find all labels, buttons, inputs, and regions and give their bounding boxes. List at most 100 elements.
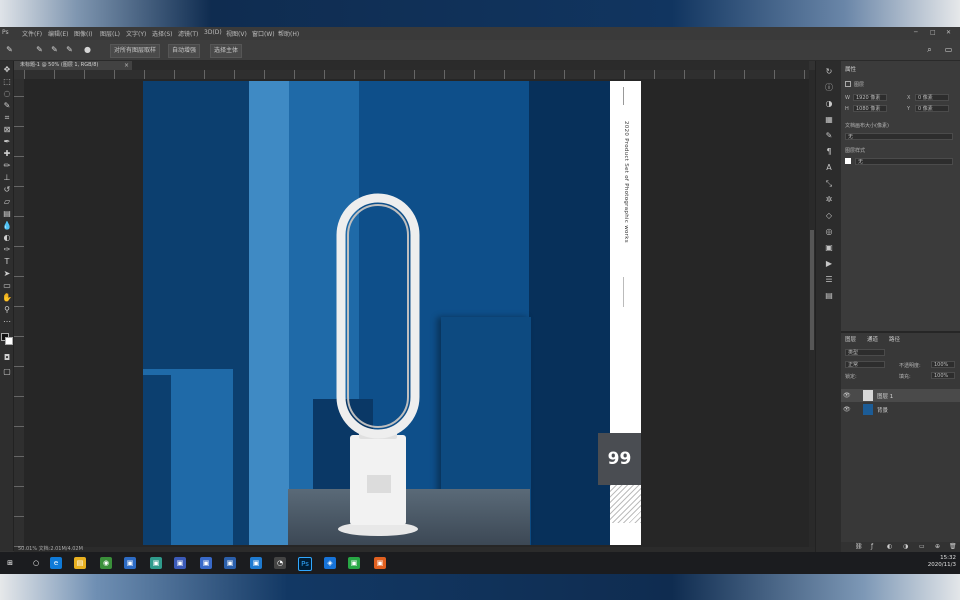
file-explorer-icon[interactable]: ▤: [74, 557, 86, 569]
maximize-icon[interactable]: □: [930, 29, 936, 36]
menu-image[interactable]: 图像(I): [74, 29, 92, 38]
tab-layers[interactable]: 图层: [845, 335, 856, 343]
fx-icon[interactable]: ƒ: [871, 543, 873, 550]
path-select-icon[interactable]: ➤: [2, 269, 12, 279]
new-selection-icon[interactable]: ✎: [35, 45, 44, 54]
canvas-size-select[interactable]: 无: [845, 133, 953, 140]
artboard-image[interactable]: 2020 Product Set of Photographic works 9…: [143, 81, 641, 545]
visibility-eye-icon[interactable]: 👁: [843, 406, 851, 413]
tab-paths[interactable]: 路径: [889, 335, 900, 343]
new-layer-icon[interactable]: ⊕: [935, 543, 940, 550]
hand-tool-icon[interactable]: ✋: [2, 293, 12, 303]
move-tool-icon[interactable]: ✥: [2, 65, 12, 75]
brush-settings-icon[interactable]: ✎: [824, 131, 834, 141]
tab-channels[interactable]: 通道: [867, 335, 878, 343]
system-clock[interactable]: 15:32 2020/11/3: [928, 555, 956, 569]
history-brush-icon[interactable]: ↺: [2, 185, 12, 195]
group-icon[interactable]: ▭: [919, 543, 925, 550]
stamp-tool-icon[interactable]: ⊥: [2, 173, 12, 183]
adjust-icon[interactable]: ◑: [824, 99, 834, 109]
canvas-area[interactable]: 2020 Product Set of Photographic works 9…: [24, 79, 809, 547]
menu-layer[interactable]: 图层(L): [100, 29, 120, 38]
menu-type[interactable]: 文字(Y): [126, 29, 146, 38]
zoom-tool-icon[interactable]: ⚲: [2, 305, 12, 315]
quick-mask-icon[interactable]: ◘: [2, 353, 12, 363]
opacity-field[interactable]: 100%: [931, 361, 955, 368]
pen-tool-icon[interactable]: ✑: [2, 245, 12, 255]
menu-select[interactable]: 选择(S): [152, 29, 173, 38]
transform-icon[interactable]: ⤡: [824, 179, 834, 189]
menu-help[interactable]: 帮助(H): [278, 29, 299, 38]
app-icon-1[interactable]: ▣: [124, 557, 136, 569]
menu-window[interactable]: 窗口(W): [252, 29, 275, 38]
actions-icon[interactable]: ▶: [824, 259, 834, 269]
ps-logo-icon[interactable]: Ps: [2, 29, 9, 36]
type-tool-icon[interactable]: T: [2, 257, 12, 267]
gradient-tool-icon[interactable]: ▤: [2, 209, 12, 219]
vertical-ruler[interactable]: [14, 79, 24, 547]
channels-icon[interactable]: ◎: [824, 227, 834, 237]
quick-select-tool-icon[interactable]: ✎: [5, 45, 14, 54]
photoshop-taskbar-icon[interactable]: Ps: [298, 557, 312, 571]
menu-edit[interactable]: 编辑(E): [48, 29, 68, 38]
paragraph-icon[interactable]: ¶: [824, 147, 834, 157]
app-icon-8[interactable]: ◈: [324, 557, 336, 569]
lasso-tool-icon[interactable]: ◌: [2, 89, 12, 99]
height-field[interactable]: 1080 像素: [853, 105, 887, 112]
paths-icon[interactable]: ◇: [824, 211, 834, 221]
libraries-icon[interactable]: ▤: [824, 291, 834, 301]
styles-icon[interactable]: ✲: [824, 195, 834, 205]
layer-style-select[interactable]: 无: [855, 158, 953, 165]
chrome-icon[interactable]: ◉: [100, 557, 112, 569]
app-icon-3[interactable]: ▣: [174, 557, 186, 569]
document-tab[interactable]: 未标题-1 @ 50% (图层 1, RGB/8) ×: [14, 61, 132, 70]
quick-select-icon[interactable]: ✎: [2, 101, 12, 111]
horizontal-ruler[interactable]: [24, 70, 809, 79]
brush-size-icon[interactable]: ●: [83, 45, 92, 54]
app-icon-4[interactable]: ▣: [200, 557, 212, 569]
add-selection-icon[interactable]: ✎: [50, 45, 59, 54]
dodge-tool-icon[interactable]: ◐: [2, 233, 12, 243]
marquee-tool-icon[interactable]: ⬚: [2, 77, 12, 87]
history-icon[interactable]: ↻: [824, 67, 834, 77]
select-subject-button[interactable]: 选择主体: [210, 44, 243, 58]
close-icon[interactable]: ✕: [946, 29, 951, 36]
menu-filter[interactable]: 滤镜(T): [178, 29, 198, 38]
menu-file[interactable]: 文件(F): [22, 29, 42, 38]
search-icon[interactable]: ○: [30, 557, 42, 569]
layer-comps-icon[interactable]: ▣: [824, 243, 834, 253]
adjustment-layer-icon[interactable]: ◑: [903, 543, 908, 550]
subtract-selection-icon[interactable]: ✎: [65, 45, 74, 54]
swatches-icon[interactable]: ▦: [824, 115, 834, 125]
search-icon[interactable]: ⌕: [925, 45, 934, 54]
workspace-icon[interactable]: ▭: [944, 45, 953, 54]
app-icon-10[interactable]: ▣: [374, 557, 386, 569]
info-icon[interactable]: ⓘ: [824, 83, 834, 93]
screen-mode-icon[interactable]: ▢: [2, 367, 12, 377]
style-swatch[interactable]: [845, 158, 851, 164]
blend-mode-select[interactable]: 正常: [845, 361, 885, 368]
link-layers-icon[interactable]: ⛓: [855, 543, 863, 550]
frame-tool-icon[interactable]: ⊠: [2, 125, 12, 135]
y-field[interactable]: 0 像素: [915, 105, 949, 112]
trash-icon[interactable]: 🗑: [949, 543, 957, 550]
sample-all-layers-checkbox[interactable]: 对所有图层取样: [110, 44, 161, 58]
properties-icon[interactable]: ☰: [824, 275, 834, 285]
app-icon-2[interactable]: ▣: [150, 557, 162, 569]
eraser-tool-icon[interactable]: ▱: [2, 197, 12, 207]
properties-tab[interactable]: 属性: [845, 65, 856, 73]
tab-close-icon[interactable]: ×: [124, 61, 129, 70]
brush-tool-icon[interactable]: ✏: [2, 161, 12, 171]
scrollbar-thumb[interactable]: [810, 230, 814, 350]
app-icon-7[interactable]: ◔: [274, 557, 286, 569]
character-icon[interactable]: A: [824, 163, 834, 173]
menu-view[interactable]: 视图(V): [226, 29, 247, 38]
menu-3d[interactable]: 3D(D): [204, 29, 222, 36]
visibility-eye-icon[interactable]: 👁: [843, 392, 851, 399]
crop-tool-icon[interactable]: ⌗: [2, 113, 12, 123]
app-icon-5[interactable]: ▣: [224, 557, 236, 569]
start-icon[interactable]: ⊞: [4, 557, 16, 569]
layer-row[interactable]: 👁 背景: [841, 403, 960, 416]
blur-tool-icon[interactable]: 💧: [2, 221, 12, 231]
fill-field[interactable]: 100%: [931, 372, 955, 379]
